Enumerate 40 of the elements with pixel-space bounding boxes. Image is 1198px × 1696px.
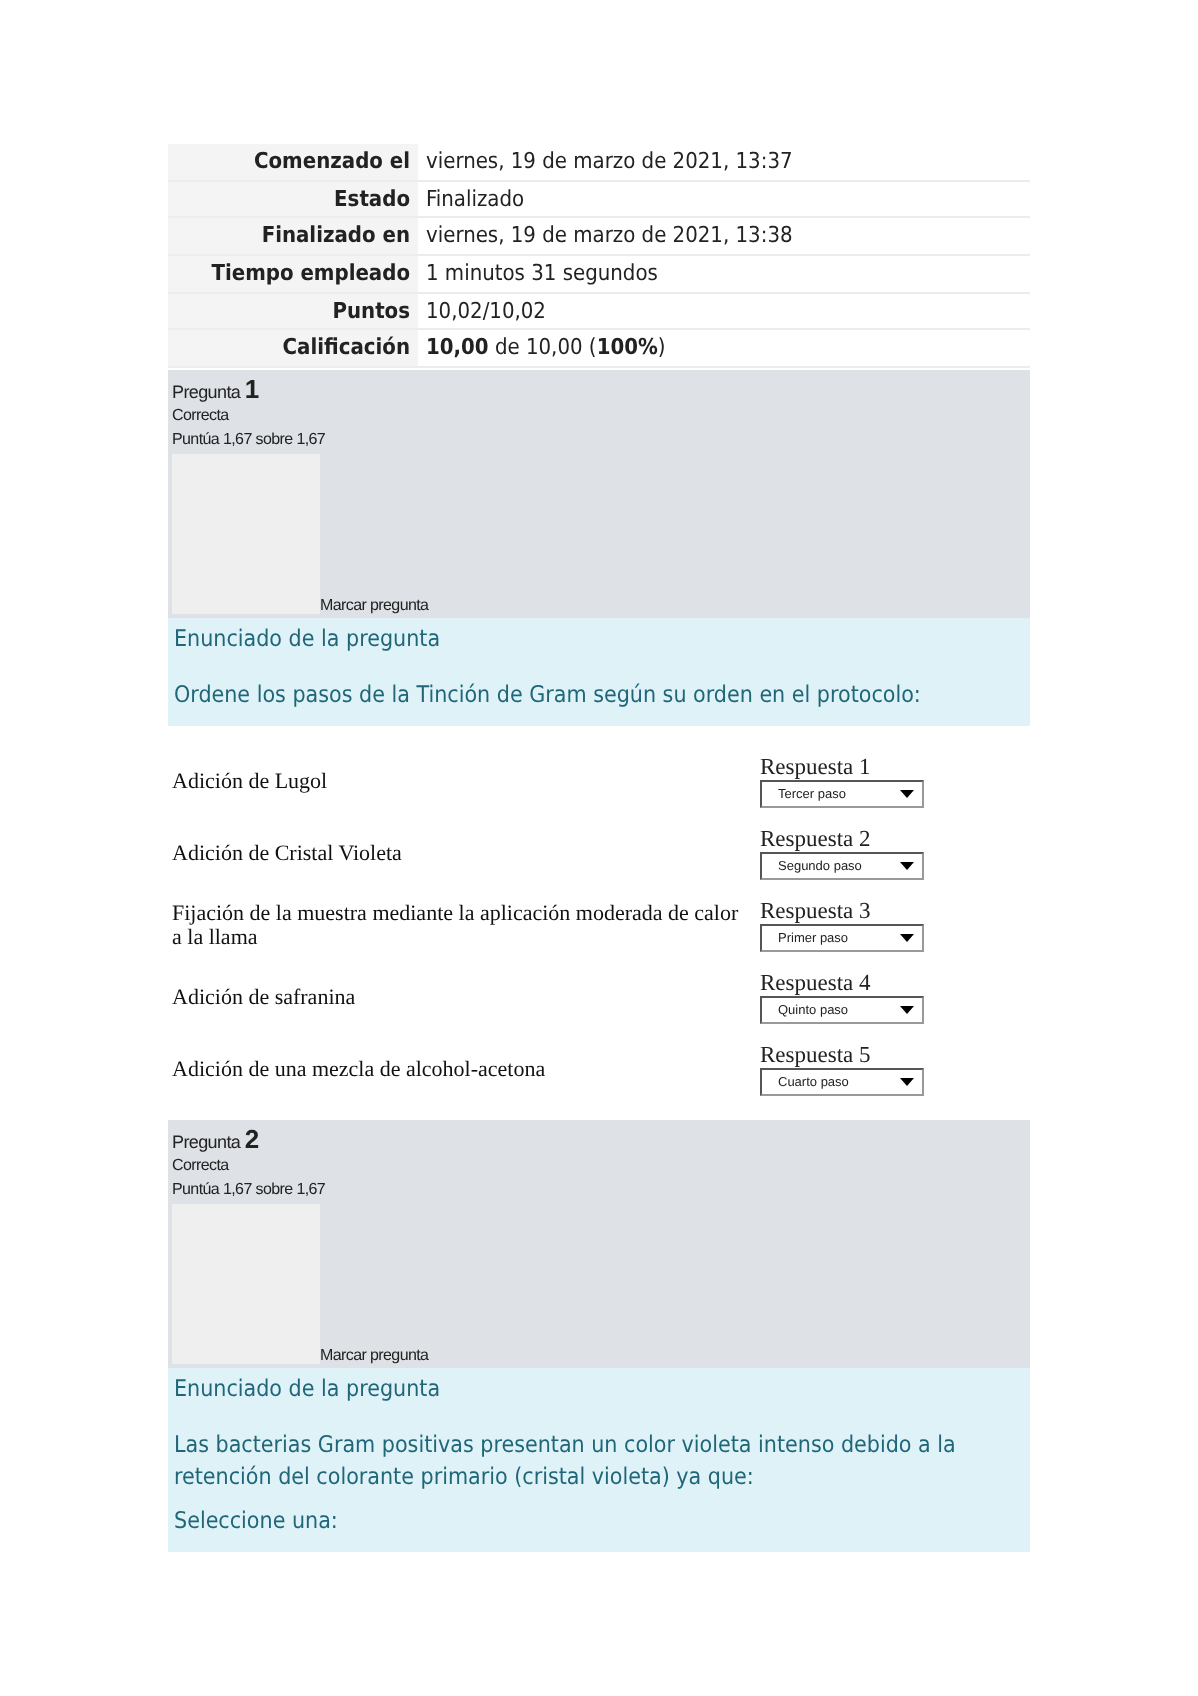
answer-label: Respuesta 5 xyxy=(760,1044,873,1069)
match-item-text: Adición de Cristal Violeta xyxy=(172,842,404,867)
question-text: Ordene los pasos de la Tinción de Gram según su orden en el protocolo: xyxy=(174,678,923,711)
match-item-text: Adición de safranina xyxy=(172,986,358,1011)
question-heading: Enunciado de la pregunta xyxy=(174,622,443,655)
summary-label: Puntos xyxy=(168,293,418,329)
dropdown-arrow-icon xyxy=(900,790,914,799)
summary-label: Comenzado el xyxy=(168,144,418,180)
summary-value: viernes, 19 de marzo de 2021, 13:38 xyxy=(424,220,795,253)
summary-value: 10,00 de 10,00 (100%) xyxy=(424,332,668,365)
question-grade: Puntúa 1,67 sobre 1,67 xyxy=(172,428,328,453)
summary-label: Tiempo empleado xyxy=(168,256,418,292)
question-state: Correcta xyxy=(172,404,231,429)
question-state: Correcta xyxy=(172,1154,231,1179)
question-heading: Enunciado de la pregunta xyxy=(174,1372,443,1405)
question-number: Pregunta 1 xyxy=(172,374,261,405)
dropdown-arrow-icon xyxy=(900,934,914,943)
flag-question-link[interactable]: Marcar pregunta xyxy=(320,596,429,615)
match-item-text: Adición de una mezcla de alcohol-acetona xyxy=(172,1058,548,1083)
summary-value: Finalizado xyxy=(424,183,527,216)
match-item-text: Adición de Lugol xyxy=(172,770,330,795)
answer-label: Respuesta 2 xyxy=(760,828,873,853)
flag-question-link[interactable]: Marcar pregunta xyxy=(320,1346,429,1365)
question-text: Seleccione una: xyxy=(174,1504,340,1537)
summary-label: Finalizado en xyxy=(168,218,418,255)
summary-value: 10,02/10,02 xyxy=(424,295,548,328)
answer-label: Respuesta 3 xyxy=(760,900,873,925)
dropdown-arrow-icon xyxy=(900,862,914,871)
answer-label: Respuesta 1 xyxy=(760,756,873,781)
question-grade: Puntúa 1,67 sobre 1,67 xyxy=(172,1178,328,1203)
question-text: Las bacterias Gram positivas presentan un color violeta intenso debido a la retención del colorante primario (cristal violeta) ya que: xyxy=(174,1428,958,1493)
summary-value: viernes, 19 de marzo de 2021, 13:37 xyxy=(424,146,795,178)
summary-label: Estado xyxy=(168,181,418,217)
summary-label: Calificación xyxy=(168,330,418,367)
summary-value: 1 minutos 31 segundos xyxy=(424,258,660,291)
dropdown-arrow-icon xyxy=(900,1006,914,1015)
answer-label: Respuesta 4 xyxy=(760,972,873,997)
dropdown-arrow-icon xyxy=(900,1078,914,1087)
question-number: Pregunta 2 xyxy=(172,1124,261,1155)
match-item-text: Fijación de la muestra mediante la aplicación moderada de calor a la llama xyxy=(172,902,741,951)
